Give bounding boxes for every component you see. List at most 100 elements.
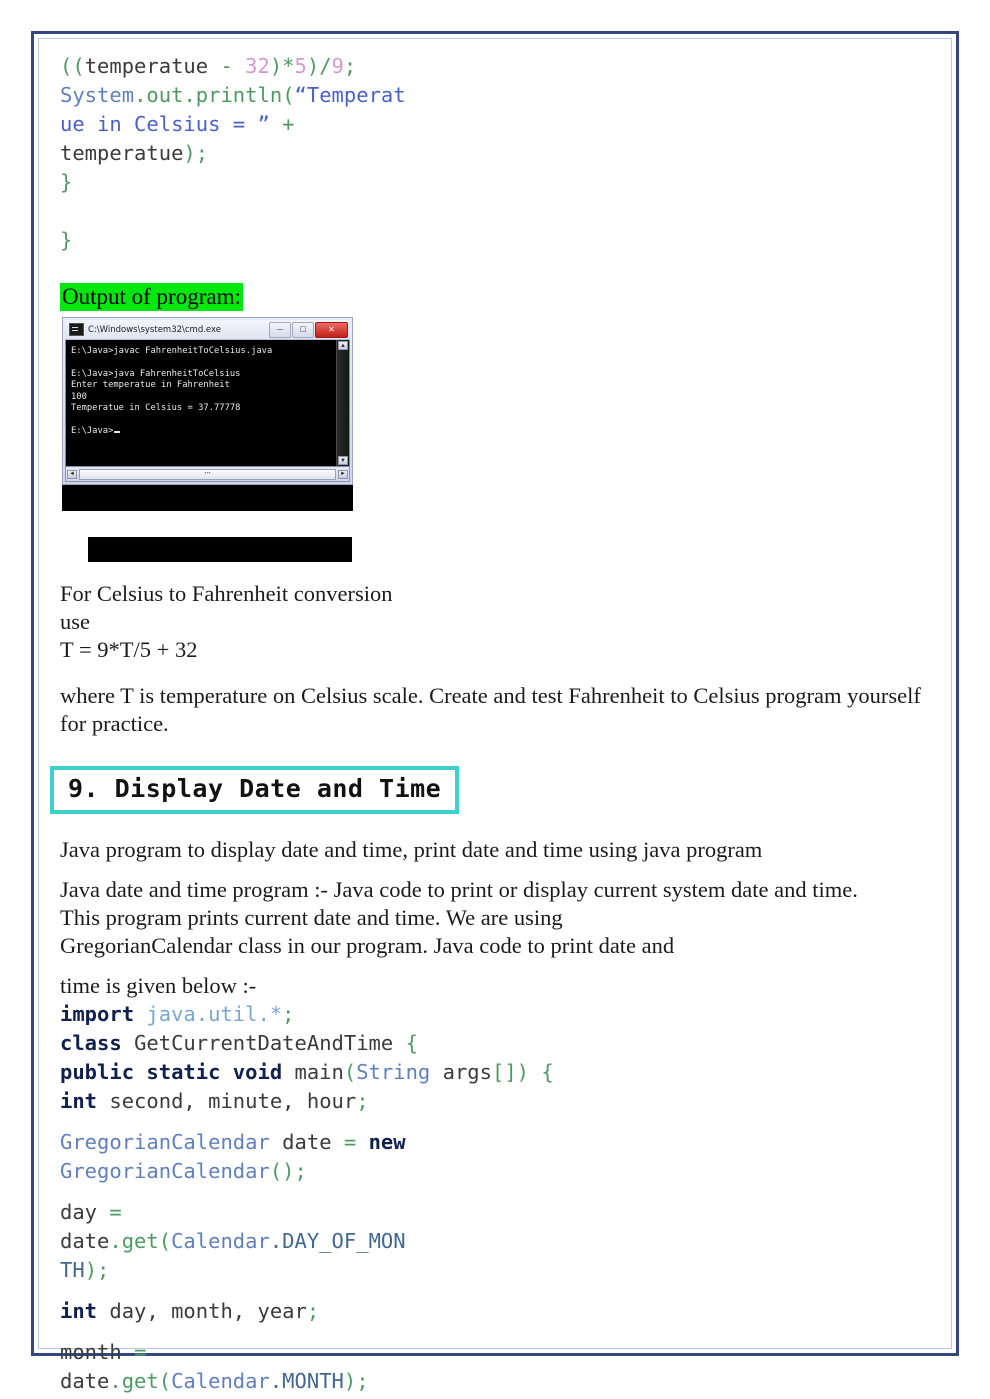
- close-button[interactable]: ✕: [315, 321, 348, 338]
- code-token: 9: [331, 54, 344, 78]
- cmd-body: E:\Java>javac FahrenheitToCelsius.java E…: [65, 340, 350, 467]
- screenshot-black-strip: [62, 485, 353, 511]
- cmd-title-bar: C:\Windows\system32\cmd.exe — □ ✕: [65, 320, 350, 340]
- code-token: []) {: [492, 1060, 554, 1084]
- code-token: ((: [60, 54, 85, 78]
- section-heading-row: 9. Display Date and Time: [50, 766, 936, 814]
- code-token: day, month, year: [109, 1299, 307, 1323]
- terminal-icon: [69, 323, 84, 336]
- scroll-left-icon[interactable]: ◄: [67, 469, 77, 479]
- minimize-button[interactable]: —: [269, 321, 291, 338]
- window-controls: — □ ✕: [269, 321, 348, 338]
- code-token: ();: [269, 1159, 307, 1183]
- code-token: }: [60, 170, 73, 194]
- code-line: month =: [60, 1338, 936, 1367]
- code-line: }: [60, 226, 936, 255]
- code-token: (: [282, 83, 295, 107]
- code-block-date-time: import java.util.*; class GetCurrentDateA…: [60, 1000, 936, 1396]
- code-token: );: [343, 1369, 369, 1393]
- code-token: {: [405, 1031, 418, 1055]
- code-token: Calendar: [171, 1229, 270, 1253]
- section-heading-box: 9. Display Date and Time: [50, 766, 460, 814]
- code-line: System.out.println(“Temperat: [60, 81, 936, 110]
- code-token: args: [430, 1060, 492, 1084]
- console-cursor: [114, 430, 121, 433]
- cmd-window-title: C:\Windows\system32\cmd.exe: [88, 324, 222, 335]
- document-content: ((temperatue - 32)*5)/9; System.out.print…: [34, 34, 962, 1393]
- note-line-1: For Celsius to Fahrenheit conversion: [60, 581, 393, 606]
- code-token: GregorianCalendar: [60, 1159, 270, 1183]
- code-token: import: [60, 1002, 147, 1026]
- code-token: TH: [60, 1258, 85, 1282]
- code-token: );: [84, 1258, 110, 1282]
- section-body-tail: time is given below :-: [60, 973, 257, 998]
- scroll-up-icon[interactable]: ▲: [338, 341, 348, 350]
- page-border-frame: ((temperatue - 32)*5)/9; System.out.print…: [31, 31, 962, 1393]
- cmd-window: C:\Windows\system32\cmd.exe — □ ✕ E:\Jav…: [62, 317, 353, 485]
- code-token: .get: [109, 1369, 159, 1393]
- console-line: E:\Java>javac FahrenheitToCelsius.java: [71, 346, 273, 356]
- code-token: 32: [245, 54, 270, 78]
- code-token: ;: [356, 1089, 369, 1113]
- note-line-3: T = 9*T/5 + 32: [60, 637, 198, 662]
- code-line: int day, month, year;: [60, 1297, 936, 1326]
- code-token: main: [294, 1060, 344, 1084]
- code-token: (: [158, 1369, 172, 1393]
- redaction-bar: [88, 537, 352, 562]
- note-line-2: use: [60, 609, 90, 634]
- code-line: class GetCurrentDateAndTime {: [60, 1029, 936, 1058]
- code-token: }: [60, 228, 73, 252]
- code-token: “Temperat: [294, 83, 406, 107]
- code-token: class: [60, 1031, 135, 1055]
- code-token: .out: [134, 83, 184, 107]
- code-token: new: [368, 1130, 406, 1154]
- code-token: GregorianCalendar: [60, 1130, 270, 1154]
- code-token: date: [60, 1229, 110, 1253]
- scroll-down-icon[interactable]: ▼: [338, 456, 348, 465]
- code-token: String: [356, 1060, 431, 1084]
- code-line: int second, minute, hour;: [60, 1087, 936, 1116]
- code-token: .get: [109, 1229, 159, 1253]
- console-screenshot-image: C:\Windows\system32\cmd.exe — □ ✕ E:\Jav…: [62, 317, 353, 511]
- code-token: 5: [294, 54, 307, 78]
- code-token: =: [134, 1340, 147, 1364]
- code-token: .DAY_OF_MON: [269, 1229, 406, 1253]
- code-token: );: [183, 141, 209, 165]
- code-token: System: [60, 83, 135, 107]
- cmd-output-screen: E:\Java>javac FahrenheitToCelsius.java E…: [66, 340, 336, 466]
- code-token: ;: [282, 1002, 295, 1026]
- console-line: E:\Java>java FahrenheitToCelsius: [71, 368, 241, 379]
- note-paragraph: where T is temperature on Celsius scale.…: [60, 683, 921, 736]
- code-token: temperatue: [84, 54, 221, 78]
- code-line: GregorianCalendar date = new: [60, 1128, 936, 1157]
- console-line: E:\Java>: [71, 426, 332, 437]
- cmd-horizontal-scrollbar[interactable]: ◄ ••• ►: [65, 467, 350, 482]
- code-line: GregorianCalendar();: [60, 1157, 936, 1186]
- code-token: ;: [306, 1299, 320, 1323]
- output-of-program-label: Output of program:: [60, 283, 243, 311]
- code-token: ;: [343, 54, 357, 78]
- scroll-right-icon[interactable]: ►: [338, 469, 348, 479]
- code-token: +: [282, 112, 295, 136]
- maximize-button[interactable]: □: [292, 321, 314, 338]
- section-heading-text: 9. Display Date and Time: [68, 774, 442, 803]
- scroll-thumb[interactable]: •••: [79, 468, 336, 480]
- section-body: Java date and time program :- Java code …: [60, 877, 858, 958]
- code-token: second, minute, hour: [109, 1089, 357, 1113]
- code-token: GetCurrentDateAndTime: [134, 1031, 406, 1055]
- code-line: TH);: [60, 1256, 936, 1285]
- cmd-vertical-scrollbar[interactable]: ▲ ▼: [336, 340, 349, 466]
- code-token: public static void: [60, 1060, 295, 1084]
- code-token: date: [269, 1130, 344, 1154]
- code-token: temperatue: [60, 141, 184, 165]
